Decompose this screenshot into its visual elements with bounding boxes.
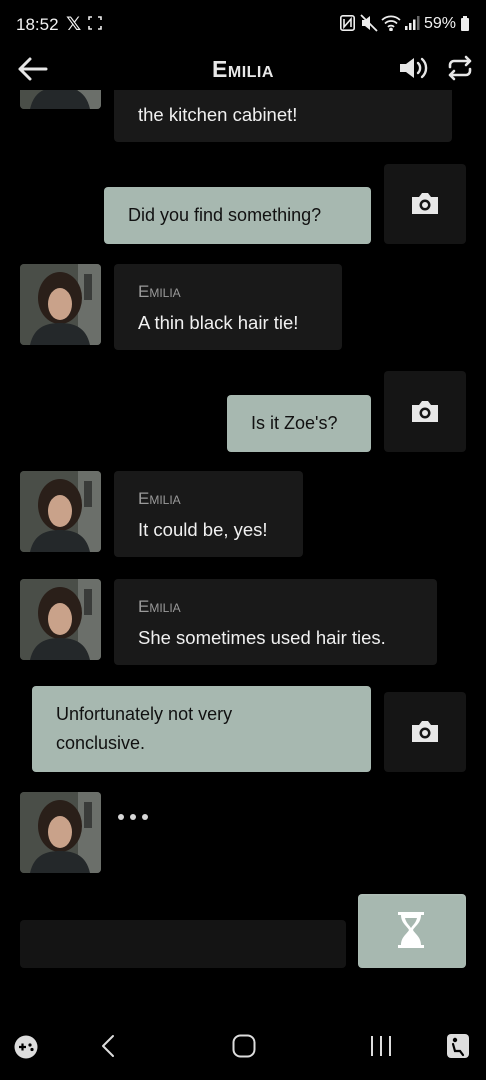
message-input[interactable] <box>20 920 346 968</box>
user-message: Unfortunately not very conclusive. <box>32 686 371 772</box>
sender-name: Emilia <box>138 282 181 301</box>
message-text: It could be, yes! <box>138 519 268 540</box>
typing-dot <box>142 814 148 820</box>
camera-button[interactable] <box>384 692 466 772</box>
character-message: Emilia She sometimes used hair ties. <box>114 579 437 665</box>
typing-dot <box>118 814 124 820</box>
speaker-icon[interactable] <box>398 55 430 81</box>
status-bar: 18:52 𝕏 59% <box>0 0 486 50</box>
typing-indicator <box>118 807 154 825</box>
battery-icon <box>461 16 469 31</box>
camera-icon <box>412 193 438 214</box>
user-message: Did you find something? <box>104 187 371 244</box>
system-nav-bar <box>0 1010 486 1080</box>
camera-icon <box>412 401 438 422</box>
status-time: 18:52 <box>16 15 59 34</box>
camera-icon <box>412 721 438 742</box>
camera-button[interactable] <box>384 371 466 452</box>
character-avatar <box>20 579 101 660</box>
message-text: Did you find something? <box>128 205 322 225</box>
hourglass-icon <box>398 912 424 948</box>
repeat-icon[interactable] <box>446 55 474 81</box>
typing-dot <box>130 814 136 820</box>
sender-name: Emilia <box>138 597 181 616</box>
chat-messages[interactable]: the kitchen cabinet! Did you find someth… <box>0 90 486 890</box>
character-avatar <box>20 264 101 345</box>
character-message: Emilia A thin black hair tie! <box>114 264 342 350</box>
sender-name: Emilia <box>138 489 181 508</box>
character-message: the kitchen cabinet! <box>114 90 452 142</box>
character-avatar <box>20 792 101 873</box>
game-launcher-icon[interactable] <box>13 1034 39 1060</box>
character-avatar <box>20 90 101 109</box>
character-message: Emilia It could be, yes! <box>114 471 303 557</box>
message-text: Unfortunately not very conclusive. <box>56 704 233 753</box>
wait-button[interactable] <box>358 894 466 968</box>
message-text: Is it Zoe's? <box>251 413 338 433</box>
message-text: A thin black hair tie! <box>138 312 299 333</box>
message-text: She sometimes used hair ties. <box>138 627 386 648</box>
user-message: Is it Zoe's? <box>227 395 371 452</box>
screenshot-frame-icon <box>88 16 102 30</box>
battery-percent: 59% <box>424 15 457 32</box>
nfc-icon <box>340 15 355 31</box>
message-text: the kitchen cabinet! <box>138 104 298 125</box>
chat-header: Emilia <box>0 50 486 90</box>
camera-button[interactable] <box>384 164 466 244</box>
nav-home-icon[interactable] <box>232 1034 256 1058</box>
character-avatar <box>20 471 101 552</box>
accessibility-icon[interactable] <box>446 1033 470 1059</box>
mute-icon <box>360 14 378 32</box>
wifi-icon <box>381 15 401 31</box>
x-app-icon: 𝕏 <box>66 14 82 35</box>
nav-recents-icon[interactable] <box>370 1035 392 1057</box>
signal-icon <box>405 16 420 30</box>
nav-back-icon[interactable] <box>101 1034 115 1058</box>
